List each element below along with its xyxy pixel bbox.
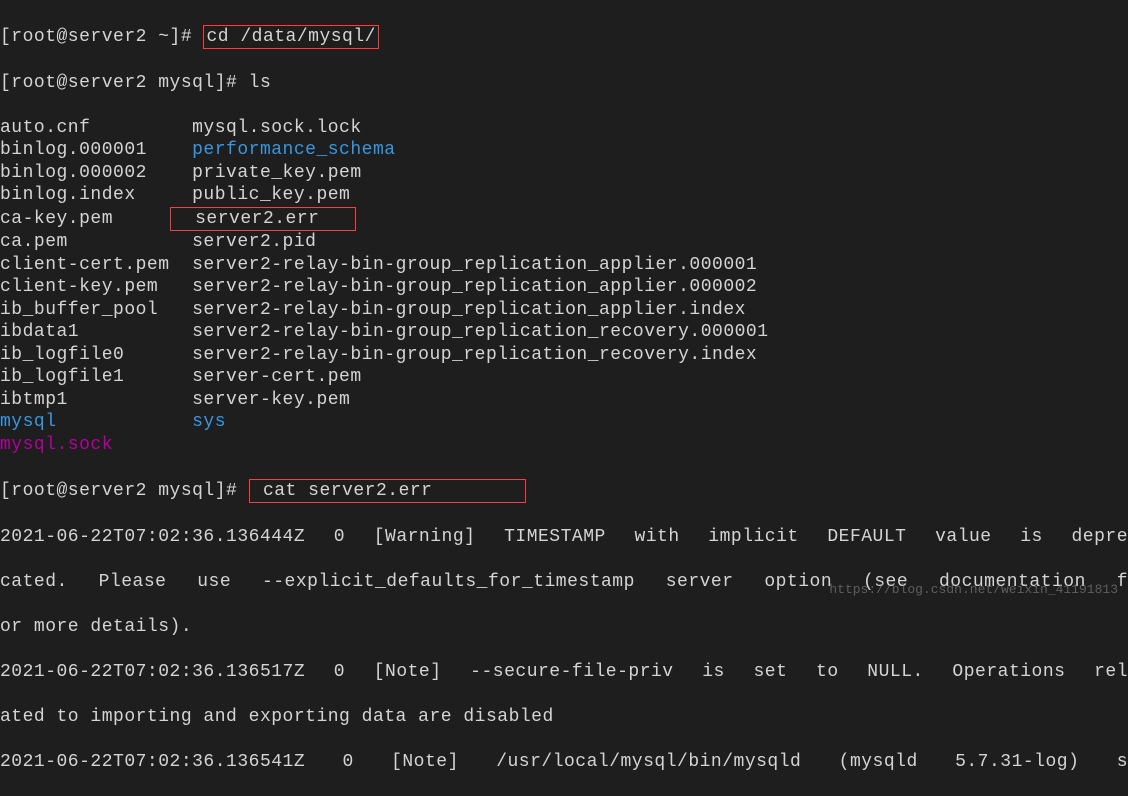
ls-row: client-key.pem server2-relay-bin-group_r… (0, 276, 1128, 299)
prompt-3: [root@server2 mysql]# (0, 481, 249, 501)
server2-err-highlight: server2.err (170, 207, 357, 232)
ls-row: auto.cnf mysql.sock.lock (0, 117, 1128, 140)
ls-col1: ca.pem (0, 232, 170, 252)
ls-col1: binlog.000002 (0, 163, 170, 183)
ls-col1: ca-key.pem (0, 209, 170, 229)
log-line-3: or more details). (0, 616, 1128, 639)
watermark: https://blog.csdn.net/weixin_41191813 (829, 582, 1118, 598)
ls-listing: auto.cnf mysql.sock.lockbinlog.000001 pe… (0, 117, 1128, 457)
ls-col2: server2.pid (170, 232, 317, 252)
ls-col2: server-cert.pem (170, 367, 362, 387)
ls-col2: sys (170, 412, 227, 432)
ls-col2: server2-relay-bin-group_replication_reco… (170, 322, 769, 342)
ls-row: binlog.index public_key.pem (0, 184, 1128, 207)
ls-row: ibdata1 server2-relay-bin-group_replicat… (0, 321, 1128, 344)
ls-col2: server2-relay-bin-group_replication_appl… (170, 277, 758, 297)
ls-col1: binlog.000001 (0, 140, 170, 160)
ls-col1: client-cert.pem (0, 255, 170, 275)
ls-col2: server2-relay-bin-group_replication_reco… (170, 345, 758, 365)
prompt-1: [root@server2 ~]# (0, 27, 203, 47)
ls-row: ib_buffer_pool server2-relay-bin-group_r… (0, 299, 1128, 322)
ls-col1: client-key.pem (0, 277, 170, 297)
ls-col1: ib_logfile1 (0, 367, 170, 387)
log-line-4: 2021-06-22T07:02:36.136517Z 0 [Note] --s… (0, 661, 1128, 684)
ls-col1: mysql (0, 412, 170, 432)
ls-row: mysql sys (0, 411, 1128, 434)
ls-col2: public_key.pem (170, 185, 351, 205)
ls-row: client-cert.pem server2-relay-bin-group_… (0, 254, 1128, 277)
ls-row: ib_logfile1 server-cert.pem (0, 366, 1128, 389)
ls-col1: ib_logfile0 (0, 345, 170, 365)
ls-row: ca.pem server2.pid (0, 231, 1128, 254)
ls-col1: mysql.sock (0, 435, 113, 455)
cmd-cd-highlight: cd /data/mysql/ (203, 25, 379, 50)
ls-row: ca-key.pem server2.err (0, 207, 1128, 232)
ls-row: binlog.000001 performance_schema (0, 139, 1128, 162)
log-line-5: ated to importing and exporting data are… (0, 706, 1128, 729)
ls-col2: server2-relay-bin-group_replication_appl… (170, 300, 746, 320)
ls-row: binlog.000002 private_key.pem (0, 162, 1128, 185)
log-line-6: 2021-06-22T07:02:36.136541Z 0 [Note] /us… (0, 751, 1128, 774)
ls-row: ibtmp1 server-key.pem (0, 389, 1128, 412)
log-line-1: 2021-06-22T07:02:36.136444Z 0 [Warning] … (0, 526, 1128, 549)
cmd-ls: ls (249, 73, 272, 93)
terminal-output[interactable]: [root@server2 ~]# cd /data/mysql/ [root@… (0, 2, 1128, 796)
cmd-cat-highlight: cat server2.err (249, 479, 526, 504)
ls-col1: ibtmp1 (0, 390, 170, 410)
ls-col2: mysql.sock.lock (170, 118, 362, 138)
prompt-2: [root@server2 mysql]# (0, 73, 249, 93)
ls-col2: server-key.pem (170, 390, 351, 410)
ls-col1: ibdata1 (0, 322, 170, 342)
ls-col1: binlog.index (0, 185, 170, 205)
ls-row: mysql.sock (0, 434, 1128, 457)
ls-col2: performance_schema (170, 140, 396, 160)
ls-row: ib_logfile0 server2-relay-bin-group_repl… (0, 344, 1128, 367)
ls-col1: ib_buffer_pool (0, 300, 170, 320)
ls-col2: server2-relay-bin-group_replication_appl… (170, 255, 758, 275)
ls-col1: auto.cnf (0, 118, 170, 138)
ls-col2: private_key.pem (170, 163, 362, 183)
